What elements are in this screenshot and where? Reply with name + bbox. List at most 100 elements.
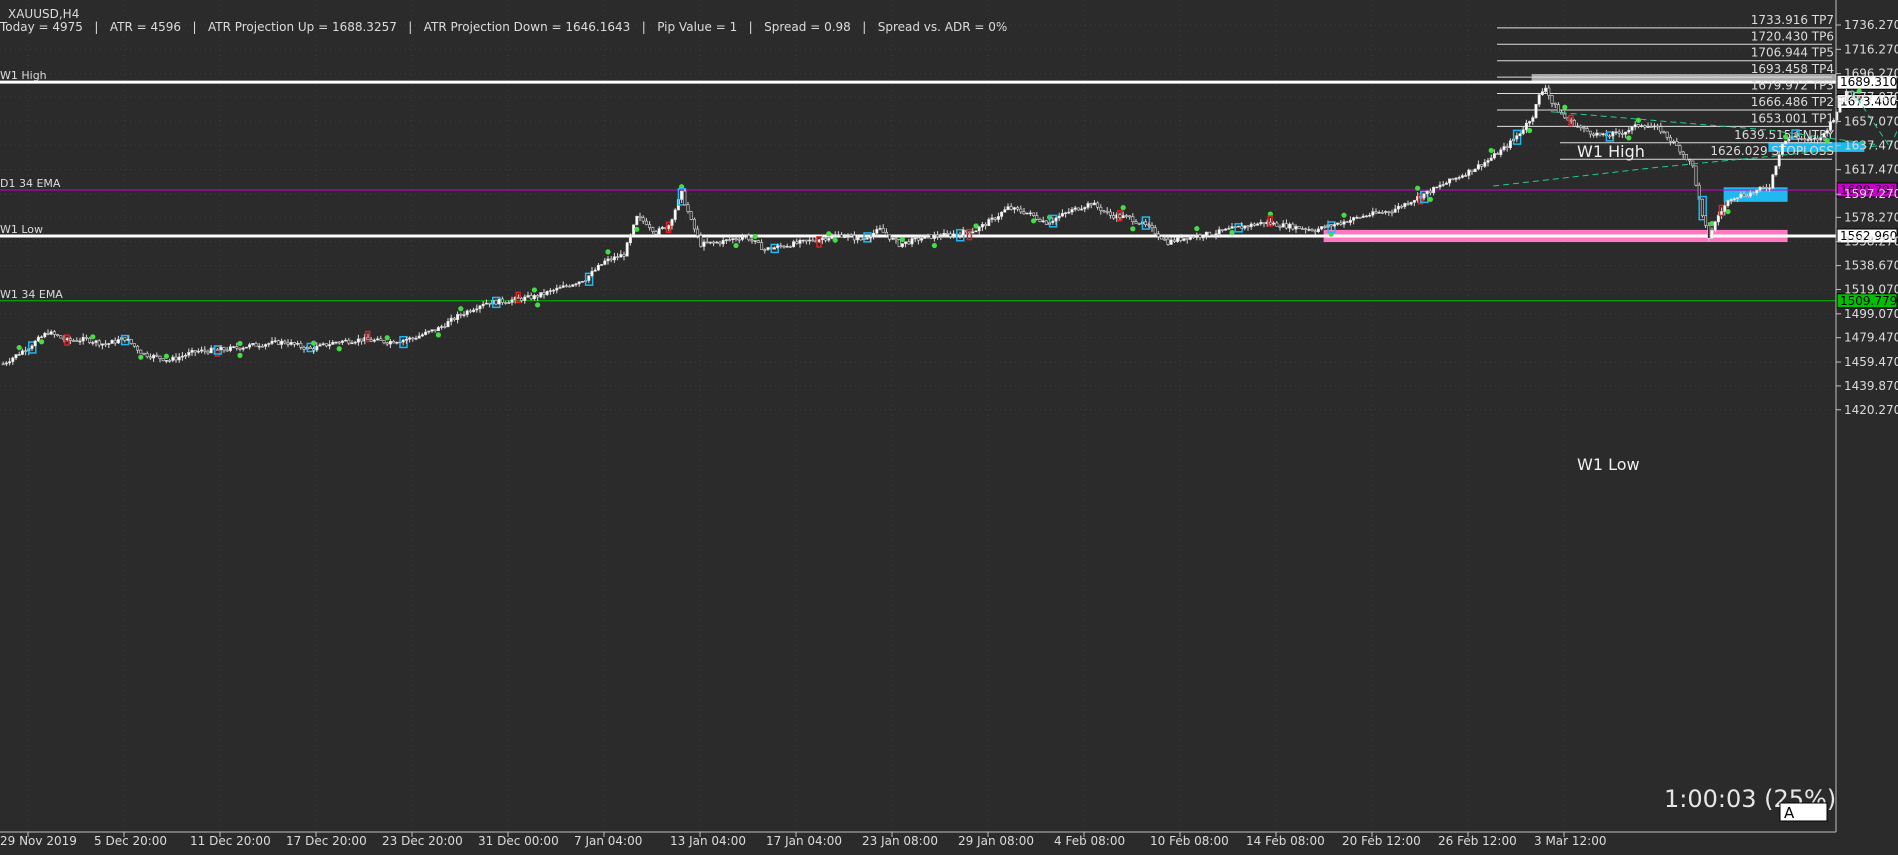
signal-marker-green	[1194, 225, 1200, 232]
candle-body	[142, 352, 146, 355]
candle-body	[1569, 119, 1573, 122]
price-tick-label: 1558.270	[1844, 235, 1898, 249]
candle-body	[158, 355, 162, 359]
candle-body	[190, 350, 194, 353]
candle-body	[65, 338, 69, 340]
candle-body	[808, 239, 812, 242]
candle-body	[132, 343, 136, 347]
candle-body	[1080, 208, 1084, 211]
candle-body	[14, 354, 18, 359]
candle-body	[312, 348, 316, 351]
candle-body	[1086, 203, 1090, 208]
candle-body	[209, 347, 213, 354]
candle-body	[1448, 178, 1452, 184]
candle-body	[888, 234, 892, 240]
candle-body	[564, 285, 568, 288]
candle-body	[811, 239, 815, 242]
candle-body	[683, 190, 687, 206]
candle-body	[1486, 160, 1490, 163]
candle-body	[347, 339, 351, 344]
price-chart[interactable]: W1 High 1689.310W1 Low 1562.960D1 34 EMA 16…	[0, 0, 1898, 851]
price-tick-label: 1479.470	[1844, 331, 1898, 345]
candle-body	[536, 295, 540, 298]
candle-body	[539, 292, 543, 298]
candle-body	[171, 356, 175, 361]
candle-body	[1297, 226, 1301, 229]
w1-low-tag: W1 Low	[1577, 455, 1640, 474]
candle-body	[222, 347, 226, 351]
candle-body	[97, 340, 101, 346]
candle-body	[331, 341, 335, 345]
candle-body	[148, 356, 152, 359]
candle-body	[872, 232, 876, 238]
candle-body	[241, 347, 245, 350]
candle-body	[174, 356, 178, 361]
candle-body	[408, 337, 412, 340]
candle-body	[270, 340, 274, 344]
candle-body	[737, 238, 741, 241]
candle-body	[1236, 225, 1240, 228]
time-tick-label: 26 Feb 12:00	[1438, 834, 1517, 848]
candle-body	[1668, 137, 1672, 142]
time-tick-label: 7 Jan 04:00	[574, 834, 642, 848]
candle-body	[465, 310, 469, 315]
candle-body	[1780, 143, 1784, 156]
signal-marker-green	[1427, 196, 1433, 202]
candle-body	[840, 234, 844, 238]
candle-body	[1579, 125, 1583, 128]
candle-body	[756, 240, 760, 243]
candle-body	[894, 238, 898, 241]
candle-body	[1188, 236, 1192, 240]
candle-body	[1310, 229, 1314, 232]
candle-body	[1793, 135, 1797, 138]
candle-body	[462, 314, 466, 316]
candle-body	[478, 305, 482, 310]
candle-body	[1553, 103, 1557, 106]
candle-body	[1358, 217, 1362, 219]
candle-body	[248, 344, 252, 348]
candle-body	[929, 234, 933, 239]
candle-body	[1332, 224, 1336, 227]
candle-body	[468, 310, 472, 313]
candle-body	[574, 283, 578, 286]
candle-body	[734, 238, 738, 240]
candle-body	[1038, 218, 1042, 222]
candle-body	[606, 258, 610, 262]
candle-body	[744, 235, 748, 238]
candle-body	[696, 228, 700, 236]
signal-marker-green	[138, 354, 144, 360]
time-tick-label: 14 Feb 08:00	[1246, 834, 1325, 848]
signal-marker-green	[634, 226, 640, 232]
candle-body	[638, 215, 642, 218]
candle-body	[977, 226, 981, 232]
time-tick-label: 3 Mar 12:00	[1534, 834, 1607, 848]
candle-body	[580, 281, 584, 283]
candle-body	[571, 284, 575, 287]
candle-body	[897, 239, 901, 247]
candle-body	[577, 281, 581, 285]
price-tick-label: 1637.470	[1844, 138, 1898, 152]
candle-body	[1457, 177, 1461, 179]
price-tick-label: 1439.870	[1844, 379, 1898, 393]
candle-body	[1211, 234, 1215, 237]
candle-body	[401, 339, 405, 343]
candle-body	[356, 338, 360, 343]
candle-body	[1172, 239, 1176, 242]
indicator-info-bar: Today = 4975 | ATR = 4596 | ATR Projecti…	[0, 20, 1007, 34]
candle-body	[1144, 221, 1148, 225]
candle-body	[1688, 159, 1692, 162]
signal-marker-green	[1120, 205, 1126, 211]
candle-body	[4, 362, 8, 365]
candle-body	[257, 345, 261, 348]
candle-body	[1627, 129, 1631, 133]
candle-body	[1473, 168, 1477, 173]
candle-body	[859, 236, 863, 241]
candle-body	[1771, 174, 1775, 189]
candle-body	[276, 340, 280, 345]
candle-body	[1470, 169, 1474, 173]
candle-body	[1166, 238, 1170, 245]
trading-chart-window[interactable]: W1 High 1689.310 W1 Low 1562.960 D1 34 EMA 16…	[0, 0, 1898, 851]
candle-body	[702, 241, 706, 247]
candle-body	[920, 238, 924, 241]
time-tick-label: 5 Dec 20:00	[94, 834, 167, 848]
